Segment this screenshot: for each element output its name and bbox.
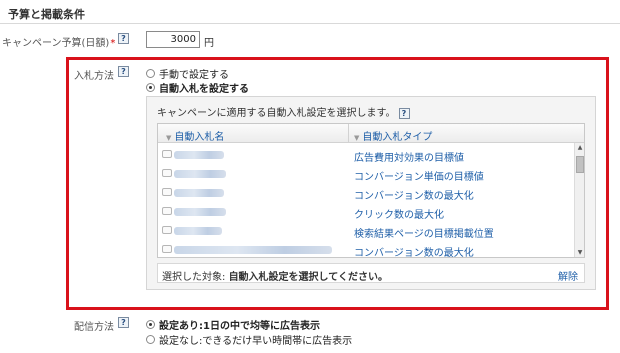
section-divider — [0, 23, 620, 24]
table-row[interactable]: 広告費用対効果の目標値 — [158, 146, 574, 165]
column-separator — [348, 124, 349, 143]
delivery-label: 配信方法 — [74, 322, 114, 333]
budget-help-icon[interactable]: ? — [118, 33, 129, 44]
comment-icon — [162, 207, 172, 215]
auto-bid-panel: キャンペーンに適用する自動入札設定を選択します。? ▼ 自動入札名 ▼ 自動入札タイ… — [146, 96, 596, 290]
scroll-up-icon[interactable]: ▲ — [576, 144, 584, 152]
bid-option-auto-label: 自動入札を設定する — [159, 84, 249, 95]
auto-bid-table: ▼ 自動入札名 ▼ 自動入札タイプ 広告費用対効果の目標値 コンバージョン単価の目標… — [157, 123, 585, 258]
budget-label: キャンペーン予算(日額)* — [2, 34, 115, 49]
radio-auto[interactable] — [146, 83, 155, 92]
bid-option-manual[interactable]: 手動で設定する — [146, 66, 229, 81]
delivery-option-asap[interactable]: 設定なし:できるだけ早い時間帯に広告表示 — [146, 332, 352, 347]
bid-option-auto[interactable]: 自動入札を設定する — [146, 80, 249, 95]
radio-manual[interactable] — [146, 69, 155, 78]
selected-target: 選択した対象: 自動入札設定を選択してください。 — [162, 268, 388, 283]
auto-bid-hint: キャンペーンに適用する自動入札設定を選択します。? — [157, 104, 410, 119]
bid-type-cell: 検索結果ページの目標掲載位置 — [354, 229, 494, 240]
comment-icon — [162, 226, 172, 234]
selected-target-value: 自動入札設定を選択してください。 — [228, 272, 388, 283]
scroll-thumb[interactable] — [576, 156, 584, 173]
column-header-name-label: 自動入札名 — [174, 132, 225, 143]
section-title: 予算と掲載条件 — [8, 8, 85, 21]
delivery-help-icon[interactable]: ? — [118, 317, 129, 328]
comment-icon — [162, 169, 172, 177]
table-row[interactable]: コンバージョン数の最大化 — [158, 241, 574, 258]
budget-label-text: キャンペーン予算(日額) — [2, 38, 110, 49]
column-header-name[interactable]: ▼ 自動入札名 — [166, 128, 224, 143]
bid-type-cell: クリック数の最大化 — [354, 210, 444, 221]
delivery-option-even[interactable]: 設定あり:1日の中で均等に広告表示 — [146, 317, 320, 332]
auto-bid-hint-text: キャンペーンに適用する自動入札設定を選択します。 — [157, 108, 396, 119]
bid-type-cell: コンバージョン数の最大化 — [354, 191, 474, 202]
bid-type-cell: コンバージョン数の最大化 — [354, 248, 474, 258]
column-header-type-label: 自動入札タイプ — [362, 132, 433, 143]
table-row[interactable]: コンバージョン単価の目標値 — [158, 165, 574, 184]
sort-icon: ▼ — [354, 134, 360, 142]
bid-type-cell: コンバージョン単価の目標値 — [354, 172, 484, 183]
budget-input[interactable] — [146, 31, 200, 48]
redacted-name — [174, 227, 222, 235]
delivery-option-even-label: 設定あり:1日の中で均等に広告表示 — [159, 321, 320, 332]
scroll-down-icon[interactable]: ▼ — [576, 249, 584, 257]
bid-type-cell: 広告費用対効果の目標値 — [354, 153, 464, 164]
radio-asap[interactable] — [146, 335, 155, 344]
comment-icon — [162, 188, 172, 196]
selected-target-bar: 選択した対象: 自動入札設定を選択してください。 解除 — [157, 263, 585, 283]
bid-strategy-help-icon[interactable]: ? — [118, 66, 129, 77]
clear-selection-link[interactable]: 解除 — [558, 268, 578, 283]
sort-icon: ▼ — [166, 134, 172, 142]
column-header-type[interactable]: ▼ 自動入札タイプ — [354, 128, 432, 143]
table-row[interactable]: コンバージョン数の最大化 — [158, 184, 574, 203]
selected-target-label: 選択した対象: — [162, 272, 226, 283]
bid-strategy-label: 入札方法 — [74, 71, 114, 82]
comment-icon — [162, 245, 172, 253]
budget-unit: 円 — [204, 38, 214, 49]
auto-bid-help-icon[interactable]: ? — [398, 107, 410, 119]
table-row[interactable]: 検索結果ページの目標掲載位置 — [158, 222, 574, 241]
table-scrollbar[interactable]: ▲ ▼ — [574, 143, 584, 257]
redacted-name — [174, 246, 332, 254]
redacted-name — [174, 151, 224, 159]
comment-icon — [162, 150, 172, 158]
table-header: ▼ 自動入札名 ▼ 自動入札タイプ — [158, 124, 584, 143]
delivery-option-asap-label: 設定なし:できるだけ早い時間帯に広告表示 — [159, 336, 353, 347]
redacted-name — [174, 170, 226, 178]
required-mark: * — [110, 38, 116, 49]
redacted-name — [174, 208, 226, 216]
table-row[interactable]: クリック数の最大化 — [158, 203, 574, 222]
radio-even[interactable] — [146, 320, 155, 329]
redacted-name — [174, 189, 224, 197]
